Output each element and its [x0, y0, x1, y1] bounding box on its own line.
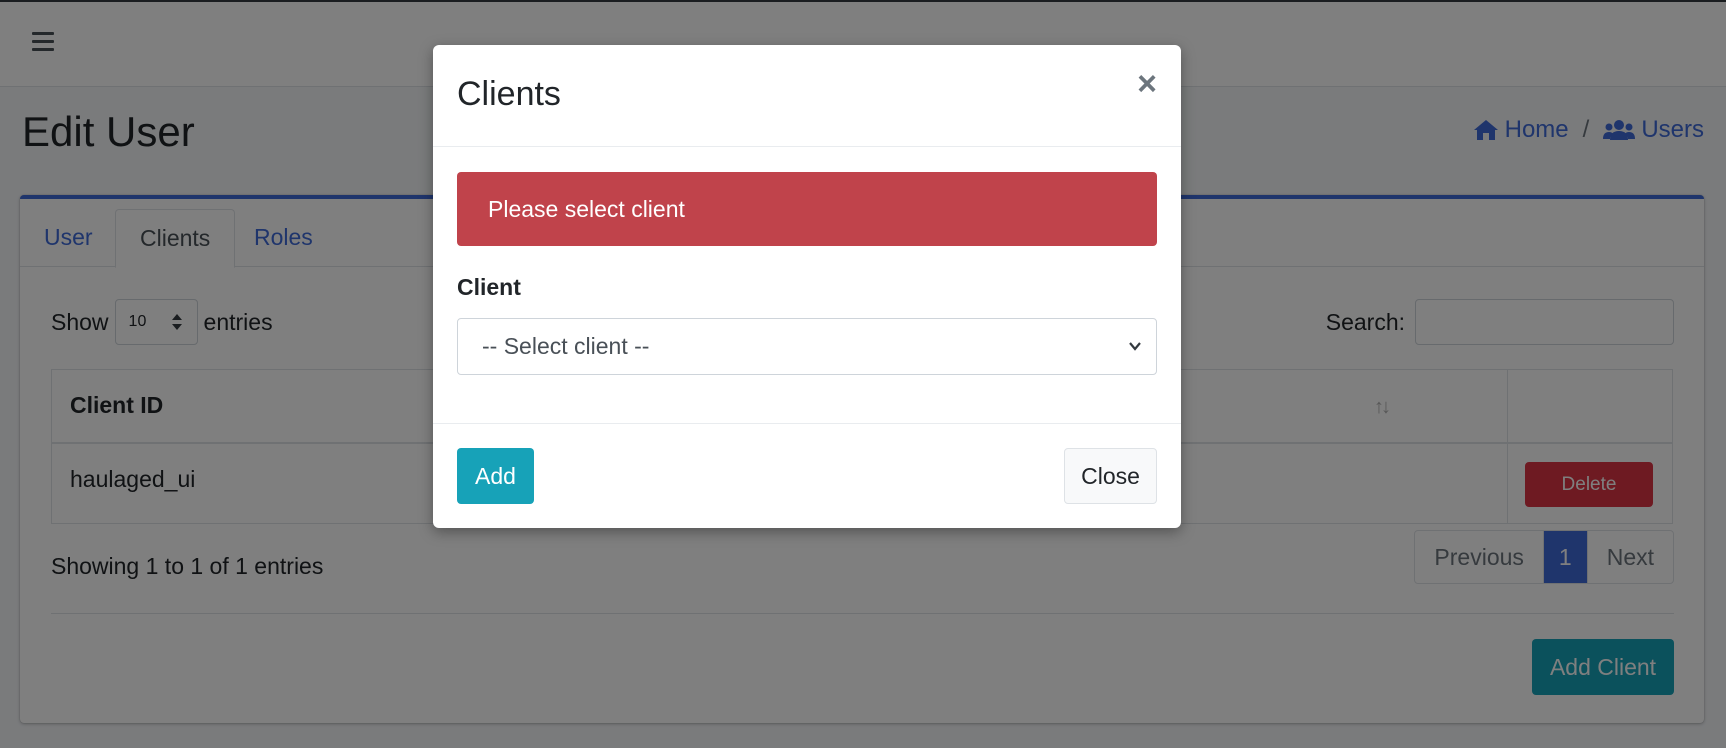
modal-footer: Add Close — [433, 423, 1181, 528]
modal-title: Clients — [457, 75, 561, 113]
modal-header: Clients × — [433, 45, 1181, 147]
add-button[interactable]: Add — [457, 448, 534, 504]
client-select-value: -- Select client -- — [482, 333, 650, 359]
close-icon[interactable]: × — [1137, 67, 1157, 101]
close-button[interactable]: Close — [1064, 448, 1157, 504]
client-select[interactable]: -- Select client -- — [457, 318, 1157, 375]
chevron-down-icon — [1129, 342, 1141, 351]
error-alert: Please select client — [457, 172, 1157, 246]
client-field-label: Client — [457, 274, 521, 300]
clients-modal: Clients × Please select client Client --… — [433, 45, 1181, 528]
